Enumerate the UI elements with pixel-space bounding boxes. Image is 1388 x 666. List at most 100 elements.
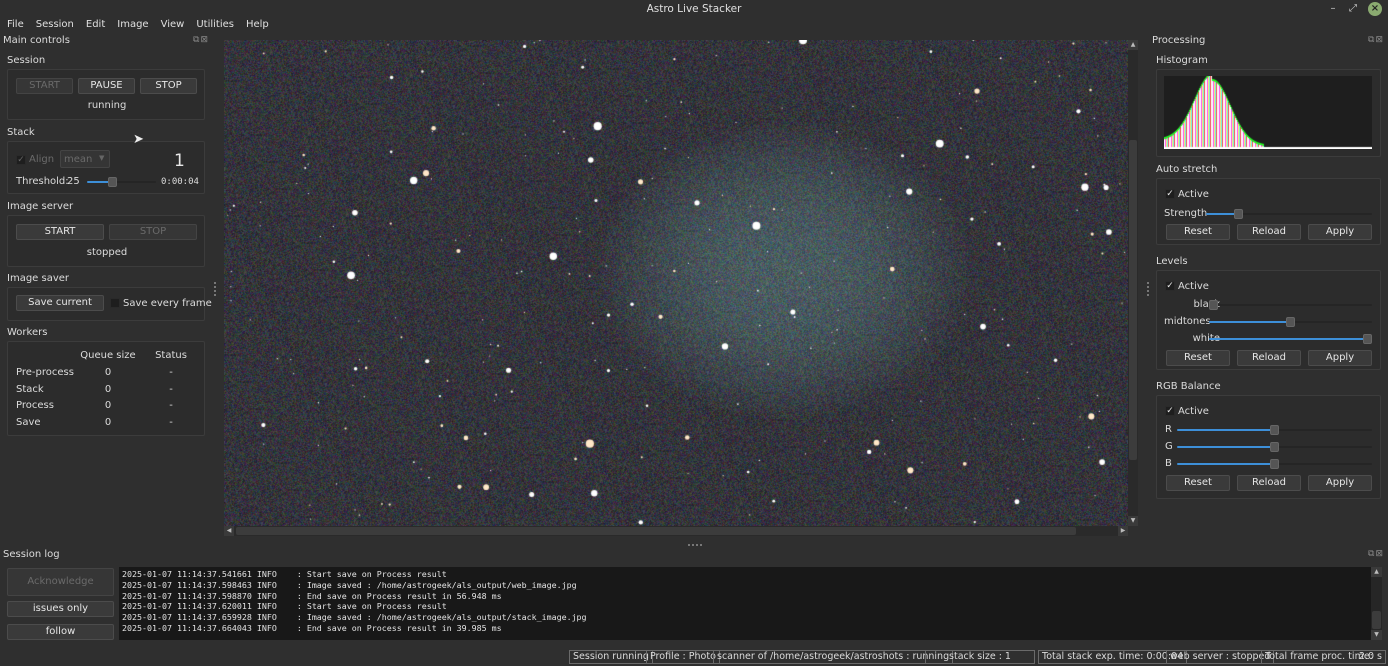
stack-mode-select[interactable]: mean ▼	[60, 150, 110, 168]
session-stop-button[interactable]: STOP	[140, 78, 197, 94]
auto-stretch-group: ✓ Active Strength Reset Reload Apply	[1156, 178, 1381, 245]
worker-name: Process	[16, 400, 54, 411]
auto-stretch-active-checkbox[interactable]: ✓	[1165, 189, 1175, 199]
slider-handle[interactable]	[1363, 334, 1372, 344]
auto-stretch-apply-button[interactable]: Apply	[1308, 224, 1372, 240]
dock-close-icon[interactable]: ⊠	[200, 35, 209, 45]
image-server-group-title: Image server	[7, 201, 74, 212]
rgb-active-checkbox[interactable]: ✓	[1165, 406, 1175, 416]
rgb-reload-button[interactable]: Reload	[1237, 475, 1301, 491]
levels-active-checkbox[interactable]: ✓	[1165, 281, 1175, 291]
status-profile: Profile : Photo	[646, 650, 720, 664]
session-pause-button[interactable]: PAUSE	[78, 78, 135, 94]
frame-proc-label: Total frame proc. time:	[1265, 651, 1373, 662]
r-slider[interactable]	[1177, 425, 1372, 435]
menu-view[interactable]: View	[154, 18, 190, 32]
dock-close-icon[interactable]: ⊠	[1375, 549, 1384, 559]
exposure-time: 0:00:04	[161, 177, 199, 187]
levels-reset-button[interactable]: Reset	[1166, 350, 1230, 366]
worker-queue: 0	[104, 400, 112, 411]
menu-utilities[interactable]: Utilities	[189, 18, 239, 32]
vertical-scroll-handle[interactable]	[1129, 140, 1137, 460]
dock-close-icon[interactable]: ⊠	[1375, 35, 1384, 45]
b-label: B	[1165, 458, 1172, 469]
session-log-dock-buttons: ⧉⊠	[1368, 549, 1384, 559]
white-slider[interactable]	[1209, 334, 1372, 344]
scroll-down-icon[interactable]: ▼	[1128, 516, 1138, 526]
align-label: Align	[29, 154, 55, 165]
save-every-frame-checkbox[interactable]	[110, 298, 120, 308]
right-splitter-handle[interactable]	[1147, 282, 1150, 296]
histogram-view	[1164, 76, 1372, 149]
processing-title: Processing	[1152, 35, 1206, 46]
slider-handle[interactable]	[1270, 425, 1279, 435]
histogram-chart	[1164, 76, 1372, 149]
horizontal-scroll-handle[interactable]	[236, 527, 1076, 535]
b-slider[interactable]	[1177, 459, 1372, 469]
menu-file[interactable]: File	[0, 18, 29, 32]
minimize-icon[interactable]: –	[1326, 2, 1340, 16]
log-line: 2025-01-07 11:14:37.659928 INFO : Image …	[122, 612, 587, 623]
stack-group-title: Stack	[7, 127, 35, 138]
worker-status: -	[169, 400, 173, 411]
scroll-up-icon[interactable]: ▲	[1128, 40, 1138, 50]
log-line: 2025-01-07 11:14:37.620011 INFO : Start …	[122, 601, 447, 612]
close-icon[interactable]: ×	[1368, 2, 1382, 16]
log-scrollbar[interactable]: ▲ ▼	[1371, 567, 1382, 640]
save-current-button[interactable]: Save current	[16, 295, 104, 311]
stacked-image	[224, 40, 1128, 526]
status-frame-proc: Total frame proc. time: 2.0 s	[1261, 650, 1386, 664]
strength-slider[interactable]	[1206, 209, 1372, 219]
align-checkbox[interactable]: ✓	[16, 155, 26, 165]
log-line: 2025-01-07 11:14:37.598463 INFO : Image …	[122, 579, 577, 590]
scroll-left-icon[interactable]: ◀	[224, 526, 234, 536]
frame-proc-value: 2.0 s	[1358, 651, 1382, 662]
worker-status: -	[169, 367, 173, 378]
log-scroll-handle[interactable]	[1372, 611, 1381, 629]
scroll-up-icon[interactable]: ▲	[1371, 567, 1382, 577]
workers-group: Queue size Status Pre-process 0 - Stack …	[7, 341, 205, 436]
midtones-slider[interactable]	[1209, 317, 1372, 327]
left-splitter-handle[interactable]	[214, 282, 217, 296]
slider-handle[interactable]	[1270, 459, 1279, 469]
session-log-text[interactable]: 2025-01-07 11:14:37.541661 INFO : Start …	[119, 567, 1371, 640]
scroll-down-icon[interactable]: ▼	[1371, 630, 1382, 640]
levels-apply-button[interactable]: Apply	[1308, 350, 1372, 366]
menu-help[interactable]: Help	[239, 18, 274, 32]
g-slider[interactable]	[1177, 442, 1372, 452]
auto-stretch-reload-button[interactable]: Reload	[1237, 224, 1301, 240]
workers-header-status: Status	[155, 350, 187, 361]
threshold-slider[interactable]	[87, 177, 156, 187]
menu-session[interactable]: Session	[29, 18, 79, 32]
slider-handle[interactable]	[1286, 317, 1295, 327]
rgb-apply-button[interactable]: Apply	[1308, 475, 1372, 491]
scroll-right-icon[interactable]: ▶	[1118, 526, 1128, 536]
slider-handle[interactable]	[108, 177, 117, 187]
black-slider[interactable]	[1209, 300, 1372, 310]
image-server-group: START STOP stopped	[7, 215, 205, 267]
image-server-start-button[interactable]: START	[16, 224, 104, 240]
rgb-reset-button[interactable]: Reset	[1166, 475, 1230, 491]
slider-handle[interactable]	[1234, 209, 1243, 219]
levels-reload-button[interactable]: Reload	[1237, 350, 1301, 366]
auto-stretch-reset-button[interactable]: Reset	[1166, 224, 1230, 240]
image-horizontal-scrollbar[interactable]: ◀ ▶	[224, 526, 1128, 536]
image-server-stop-button[interactable]: STOP	[109, 224, 197, 240]
image-vertical-scrollbar[interactable]: ▲ ▼	[1128, 40, 1138, 526]
session-start-button[interactable]: START	[16, 78, 73, 94]
slider-handle[interactable]	[1270, 442, 1279, 452]
menu-edit[interactable]: Edit	[79, 18, 110, 32]
main-controls-dock-buttons: ⧉⊠	[193, 35, 209, 45]
menu-image[interactable]: Image	[110, 18, 153, 32]
follow-button[interactable]: follow	[7, 624, 114, 640]
workers-header-queue: Queue size	[80, 350, 136, 361]
acknowledge-button[interactable]: Acknowledge	[7, 568, 114, 596]
bottom-splitter-handle[interactable]	[688, 544, 702, 547]
slider-handle[interactable]	[1209, 300, 1218, 310]
issues-only-button[interactable]: issues only	[7, 601, 114, 617]
stacked-image-view[interactable]	[224, 40, 1128, 526]
status-web-server: web server : stopped	[1166, 650, 1275, 664]
auto-stretch-group-title: Auto stretch	[1156, 164, 1218, 175]
maximize-icon[interactable]: ⤢	[1346, 2, 1360, 16]
chevron-down-icon: ▼	[99, 154, 105, 162]
